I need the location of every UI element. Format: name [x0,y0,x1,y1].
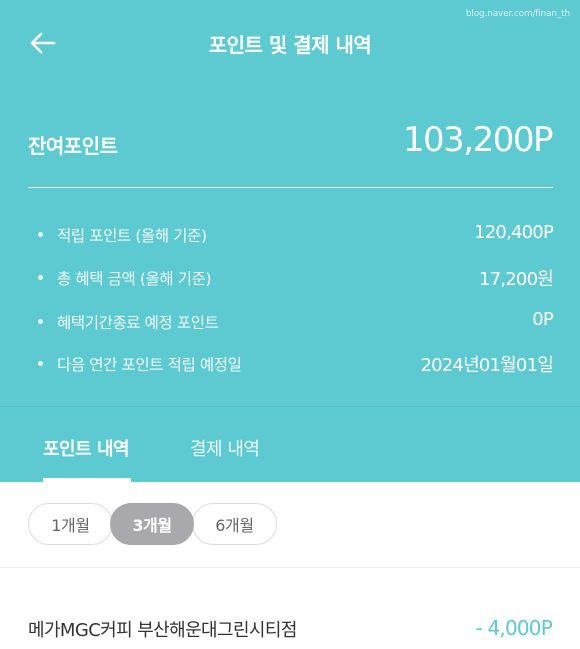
page-title: 포인트 및 결제 내역 [208,33,372,57]
divider [0,567,580,568]
summary-value: 0P [532,309,554,330]
bullet-icon [38,275,43,280]
filter-1-month-button[interactable]: 1개월 [28,503,113,545]
active-tab-indicator [43,478,131,483]
balance-label: 잔여포인트 [28,134,118,158]
summary-label: 적립 포인트 (올해 기준) [57,227,207,245]
tab-payment-history[interactable]: 결제 내역 [190,435,260,461]
watermark: blog.naver.com/finan_th [465,9,570,19]
filter-6-months-button[interactable]: 6개월 [192,503,277,545]
summary-row-earned: 적립 포인트 (올해 기준) 120,400P [38,222,554,246]
bullet-icon [38,319,43,324]
summary-row-next-date: 다음 연간 포인트 적립 예정일 2024년01월01일 [38,351,554,376]
bullet-icon [38,361,43,366]
transaction-amount: - 4,000P [475,616,553,640]
transaction-name[interactable]: 메가MGC커피 부산해운대그린시티점 [28,616,297,642]
summary-label: 혜택기간종료 예정 포인트 [57,314,219,332]
summary-value: 120,400P [474,222,554,243]
summary-value: 2024년01월01일 [420,355,554,376]
summary-label: 총 혜택 금액 (올해 기준) [57,270,212,288]
summary-label: 다음 연간 포인트 적립 예정일 [57,356,242,374]
summary-row-expiring: 혜택기간종료 예정 포인트 0P [38,309,554,333]
filter-3-months-button[interactable]: 3개월 [110,503,194,545]
divider [28,187,553,188]
balance-value: 103,200P [402,120,554,160]
summary-row-benefit: 총 혜택 금액 (올해 기준) 17,200원 [38,265,554,290]
bullet-icon [38,232,43,237]
tab-point-history[interactable]: 포인트 내역 [43,435,130,461]
header-panel: blog.naver.com/finan_th 포인트 및 결제 내역 잔여포인… [0,0,580,483]
tab-bar: 포인트 내역 결제 내역 [0,406,580,483]
summary-value: 17,200원 [479,269,554,290]
